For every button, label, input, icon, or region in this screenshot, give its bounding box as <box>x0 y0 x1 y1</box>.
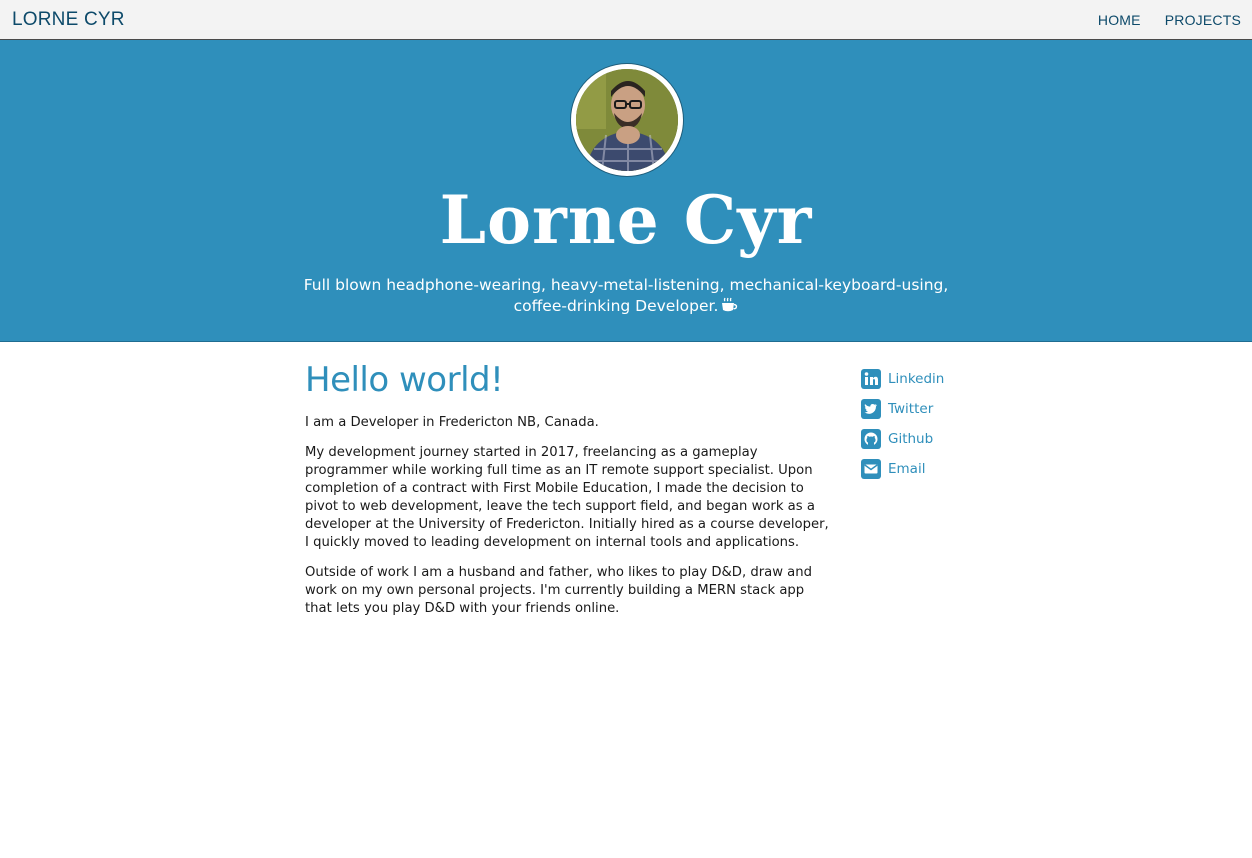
brand-link[interactable]: LORNE CYR <box>12 9 125 31</box>
nav-projects-link[interactable]: PROJECTS <box>1165 12 1241 28</box>
nav-links: HOME PROJECTS <box>1098 12 1241 28</box>
nav-home-link[interactable]: HOME <box>1098 12 1141 28</box>
tagline-line-2-text: coffee-drinking Developer. <box>513 297 719 315</box>
avatar <box>571 64 683 176</box>
page-heading: Hello world! <box>305 360 504 400</box>
email-label: Email <box>888 461 926 477</box>
personal-paragraph: Outside of work I am a husband and fathe… <box>305 565 812 616</box>
email-link[interactable]: Email <box>860 458 944 480</box>
social-links: Linkedin Twitter Github Email <box>860 368 944 480</box>
coffee-cup-icon <box>720 297 738 319</box>
journey-paragraph: My development journey started in 2017, … <box>305 445 829 550</box>
twitter-link[interactable]: Twitter <box>860 398 944 420</box>
twitter-label: Twitter <box>888 401 934 417</box>
email-icon <box>860 458 882 480</box>
tagline-line-2: coffee-drinking Developer. <box>0 296 1252 319</box>
hero-tagline: Full blown headphone-wearing, heavy-meta… <box>0 275 1252 319</box>
top-navbar: LORNE CYR HOME PROJECTS <box>0 0 1252 40</box>
linkedin-label: Linkedin <box>888 371 945 387</box>
hero-name: Lorne Cyr <box>439 181 813 259</box>
github-icon <box>860 428 882 450</box>
hero-banner: Lorne Cyr Full blown headphone-wearing, … <box>0 40 1252 342</box>
linkedin-link[interactable]: Linkedin <box>860 368 944 390</box>
linkedin-icon <box>860 368 882 390</box>
twitter-icon <box>860 398 882 420</box>
main-content: Hello world! I am a Developer in Frederi… <box>305 358 835 618</box>
github-label: Github <box>888 431 934 447</box>
intro-paragraph: I am a Developer in Fredericton NB, Cana… <box>305 415 599 430</box>
github-link[interactable]: Github <box>860 428 944 450</box>
avatar-photo <box>576 69 678 171</box>
tagline-line-1: Full blown headphone-wearing, heavy-meta… <box>303 276 949 294</box>
